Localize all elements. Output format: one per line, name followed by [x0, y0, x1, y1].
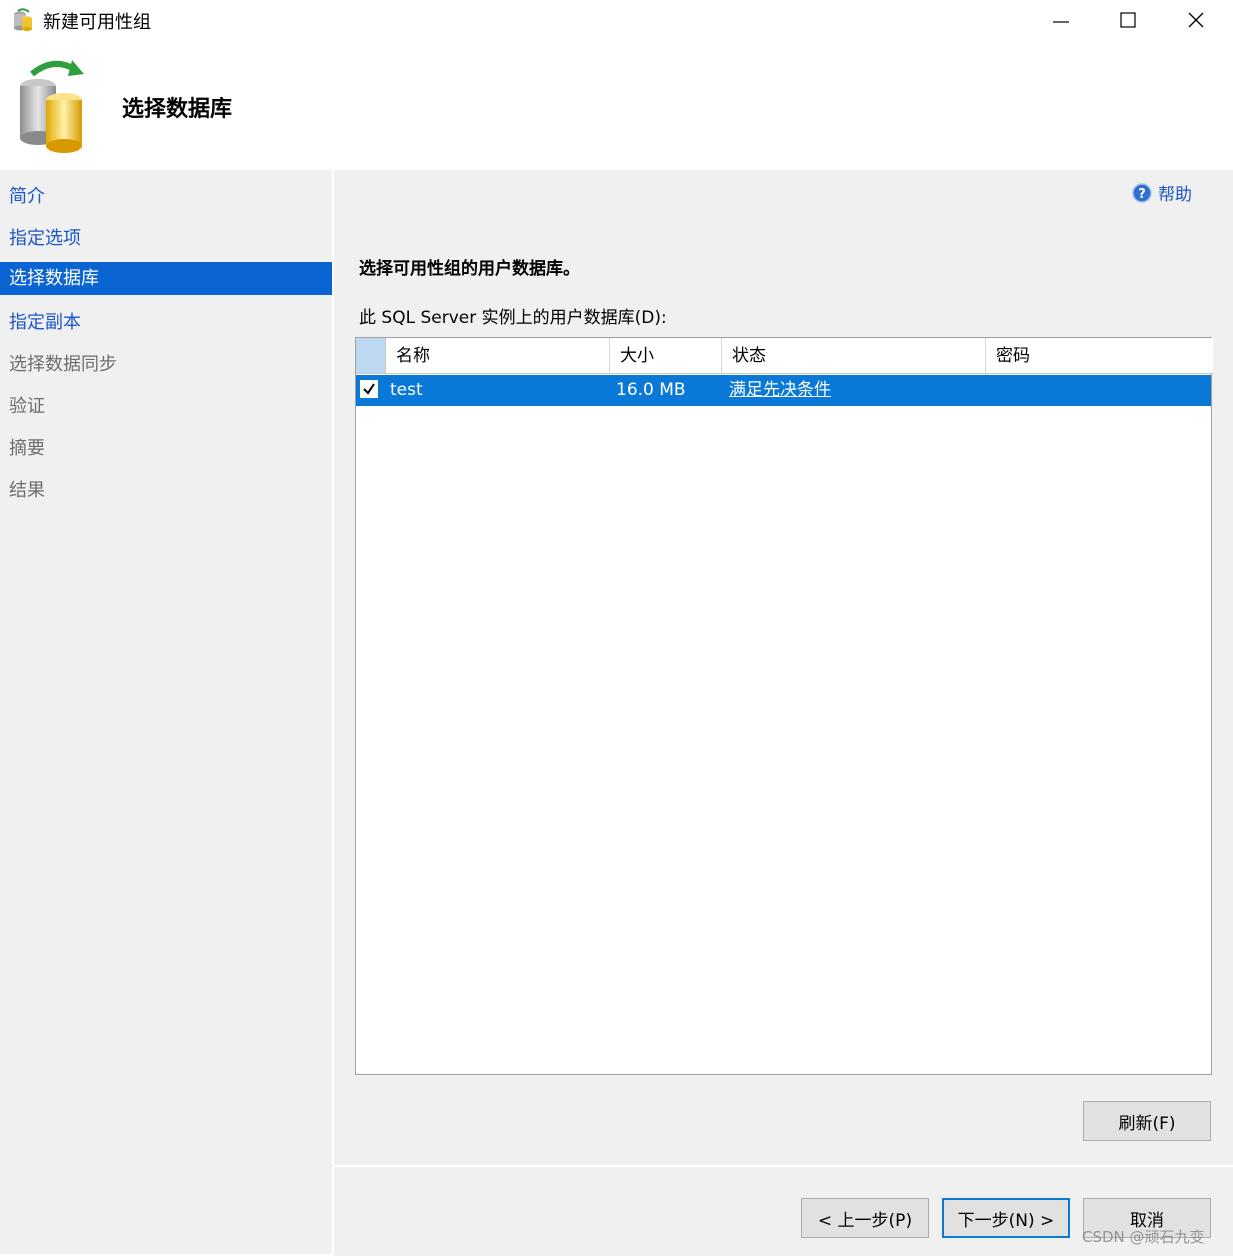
close-button[interactable]: [1162, 0, 1230, 40]
maximize-icon: [1120, 12, 1136, 28]
nav-item-results: 结果: [9, 480, 45, 501]
minimize-icon: [1053, 21, 1069, 23]
database-checkbox[interactable]: [360, 380, 378, 398]
refresh-button[interactable]: 刷新(F): [1083, 1101, 1211, 1141]
window-title: 新建可用性组: [43, 12, 151, 33]
database-size: 16.0 MB: [616, 380, 686, 400]
nav-item-replicas[interactable]: 指定副本: [0, 306, 332, 339]
column-header-size[interactable]: 大小: [610, 338, 722, 374]
column-header-name[interactable]: 名称: [386, 338, 610, 374]
svg-text:?: ?: [1138, 187, 1146, 202]
database-name: test: [390, 380, 423, 400]
database-grid[interactable]: 名称 大小 状态 密码 test 16.0 MB 满足先决条件: [355, 337, 1213, 1075]
nav-item-intro[interactable]: 简介: [0, 180, 332, 213]
nav-item-validation: 验证: [9, 396, 45, 417]
checkmark-icon: [363, 383, 375, 395]
column-header-password[interactable]: 密码: [986, 338, 1213, 374]
nav-item-select-databases[interactable]: 选择数据库: [0, 262, 332, 295]
help-label: 帮助: [1158, 185, 1192, 205]
maximize-button[interactable]: [1094, 0, 1162, 40]
nav-item-data-sync: 选择数据同步: [9, 354, 117, 375]
database-list-label: 此 SQL Server 实例上的用户数据库(D):: [359, 308, 667, 328]
nav-item-options[interactable]: 指定选项: [0, 222, 332, 255]
app-icon: [14, 8, 32, 31]
close-icon: [1188, 12, 1204, 28]
database-status-link[interactable]: 满足先决条件: [729, 375, 831, 406]
watermark: CSDN @顽石九变: [1082, 1228, 1205, 1246]
nav-item-summary: 摘要: [9, 438, 45, 459]
instruction-text: 选择可用性组的用户数据库。: [359, 259, 580, 279]
column-header-status[interactable]: 状态: [722, 338, 986, 374]
wizard-nav: 简介 指定选项 选择数据库 指定副本 选择数据同步 验证 摘要 结果: [0, 170, 334, 1254]
page-title: 选择数据库: [122, 97, 233, 122]
table-row[interactable]: test 16.0 MB 满足先决条件: [356, 375, 1211, 406]
help-link[interactable]: ? 帮助: [1132, 180, 1192, 205]
previous-button[interactable]: < 上一步(P): [801, 1198, 929, 1238]
minimize-button[interactable]: [1027, 0, 1095, 40]
database-sync-icon: [20, 60, 84, 153]
column-header-select[interactable]: [356, 338, 386, 374]
next-button[interactable]: 下一步(N) >: [942, 1198, 1070, 1238]
title-bar: 新建可用性组: [0, 0, 1233, 44]
help-icon: ?: [1132, 182, 1152, 203]
